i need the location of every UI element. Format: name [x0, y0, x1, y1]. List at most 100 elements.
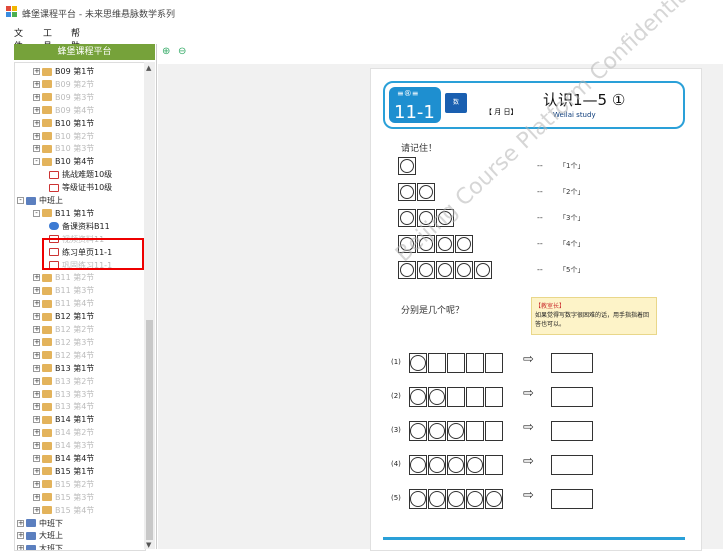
expand-icon[interactable]: +: [33, 119, 40, 127]
exercise-cell: [428, 387, 446, 407]
tree-node[interactable]: + 中班下: [17, 517, 63, 530]
circle-cell: [436, 261, 454, 279]
expand-icon[interactable]: +: [33, 132, 40, 140]
expand-icon[interactable]: +: [33, 442, 40, 450]
tree-node[interactable]: + B12 第1节: [33, 310, 94, 323]
tree-node[interactable]: + B11 第4节: [33, 297, 94, 310]
tree-node-label: B11 第4节: [55, 299, 95, 309]
count-label: 「1个」: [559, 162, 585, 170]
tree-node[interactable]: + B09 第1节: [33, 65, 94, 78]
tree-node[interactable]: + B10 第3节: [33, 142, 94, 155]
exercise-cell: [466, 455, 484, 475]
expand-icon[interactable]: +: [17, 545, 24, 550]
expand-icon[interactable]: +: [33, 351, 40, 359]
folder-icon: [42, 299, 52, 308]
tree-node[interactable]: + B10 第2节: [33, 130, 94, 143]
exercise-cell: [447, 421, 465, 441]
tree-node[interactable]: + B14 第2节: [33, 426, 94, 439]
expand-icon[interactable]: +: [33, 455, 40, 462]
circle-shape: [467, 491, 483, 507]
course-tree: + B09 第1节 + B09 第2节 + B09 第3节 + B09 第4节 + B10 第1节…: [14, 62, 146, 551]
answer-box: [551, 353, 593, 373]
tree-node-label: B12 第4节: [55, 350, 95, 360]
tree-node[interactable]: + B14 第1节: [33, 413, 94, 426]
tree-node[interactable]: - B10 第4节: [33, 155, 94, 168]
tree-node-label: B14 第4节: [55, 454, 95, 463]
tree-node[interactable]: 等级证书10级: [49, 181, 112, 194]
tree-node[interactable]: + B15 第2节: [33, 478, 94, 491]
tree-scrollbar[interactable]: ▲ ▼: [144, 62, 155, 549]
tree-node[interactable]: 挑战难题10级: [49, 168, 112, 181]
scroll-up-icon[interactable]: ▲: [146, 64, 151, 72]
tree-node[interactable]: + B13 第2节: [33, 375, 94, 388]
tree-node[interactable]: + B15 第3节: [33, 491, 94, 504]
tree-node[interactable]: + B09 第4节: [33, 104, 94, 117]
expand-icon[interactable]: +: [33, 429, 40, 437]
scroll-down-icon[interactable]: ▼: [146, 541, 151, 549]
expand-icon[interactable]: +: [33, 364, 40, 372]
expand-icon[interactable]: +: [33, 480, 40, 488]
expand-icon[interactable]: +: [17, 519, 24, 527]
tree-node[interactable]: + B09 第3节: [33, 91, 94, 104]
exercise-cell: [485, 387, 503, 407]
zoom-out-icon[interactable]: ⊖: [178, 46, 186, 57]
collapse-icon[interactable]: -: [17, 197, 24, 204]
tab-logo: ≡®≡: [397, 89, 419, 98]
expand-icon[interactable]: +: [33, 493, 40, 501]
tree-node[interactable]: + B15 第4节: [33, 504, 94, 517]
zoom-in-icon[interactable]: ⊕: [162, 46, 170, 57]
tip-box: 【教室长】 如果觉得写数字很困难的话，用手指指着回答也可以。: [531, 297, 657, 335]
expand-icon[interactable]: +: [33, 80, 40, 88]
collapse-icon[interactable]: -: [33, 158, 40, 166]
expand-icon[interactable]: +: [33, 416, 40, 424]
tree-node[interactable]: - 中班上: [17, 194, 63, 207]
page-footer-line: [383, 537, 685, 540]
tree-node[interactable]: + B12 第3节: [33, 336, 94, 349]
folder-icon: [42, 480, 52, 489]
tree-node[interactable]: 备课资料B11: [49, 220, 110, 233]
tree-node[interactable]: + 大班上: [17, 529, 63, 542]
circle-shape: [400, 159, 414, 173]
tree-node[interactable]: + B15 第1节: [33, 465, 94, 478]
tree-node[interactable]: + B12 第2节: [33, 323, 94, 336]
tree-node[interactable]: + 大班下: [17, 542, 63, 550]
tree-node[interactable]: + B14 第4节: [33, 452, 94, 465]
expand-icon[interactable]: +: [33, 93, 40, 101]
tree-node[interactable]: - B11 第1节: [33, 207, 94, 220]
tree-node[interactable]: + B11 第2节: [33, 271, 94, 284]
tree-node[interactable]: + B12 第4节: [33, 349, 94, 362]
expand-icon[interactable]: +: [17, 532, 24, 540]
exercise-cell: [428, 455, 446, 475]
collapse-icon[interactable]: -: [33, 209, 40, 217]
expand-icon[interactable]: +: [33, 326, 40, 333]
platform-button[interactable]: 蜂堡课程平台: [14, 44, 155, 60]
expand-icon[interactable]: +: [33, 338, 40, 346]
exercise-cell: [409, 421, 427, 441]
arrow-right-icon: ⇨: [523, 488, 534, 503]
folder-icon: [42, 338, 52, 347]
tree-node[interactable]: + B09 第2节: [33, 78, 94, 91]
expand-icon[interactable]: +: [33, 377, 40, 385]
tree-node[interactable]: + B13 第1节: [33, 362, 94, 375]
expand-icon[interactable]: +: [33, 390, 40, 398]
expand-icon[interactable]: +: [33, 145, 40, 153]
expand-icon[interactable]: +: [33, 506, 40, 514]
tree-node[interactable]: + B14 第3节: [33, 439, 94, 452]
expand-icon[interactable]: +: [33, 403, 40, 411]
expand-icon[interactable]: +: [33, 313, 40, 321]
tree-node[interactable]: + B11 第3节: [33, 284, 94, 297]
expand-icon[interactable]: +: [33, 106, 40, 114]
circle-cell: [417, 261, 435, 279]
tree-node[interactable]: + B10 第1节: [33, 117, 94, 130]
expand-icon[interactable]: +: [33, 68, 40, 75]
expand-icon[interactable]: +: [33, 300, 40, 308]
expand-icon[interactable]: +: [33, 287, 40, 295]
tip-text: 如果觉得写数字很困难的话，用手指指着回答也可以。: [535, 312, 650, 328]
tree-node[interactable]: + B13 第3节: [33, 388, 94, 401]
folder-icon: [42, 493, 52, 502]
circle-shape: [429, 389, 445, 405]
tree-node[interactable]: + B13 第4节: [33, 400, 94, 413]
expand-icon[interactable]: +: [33, 274, 40, 282]
expand-icon[interactable]: +: [33, 467, 40, 475]
scroll-thumb[interactable]: [146, 320, 153, 540]
